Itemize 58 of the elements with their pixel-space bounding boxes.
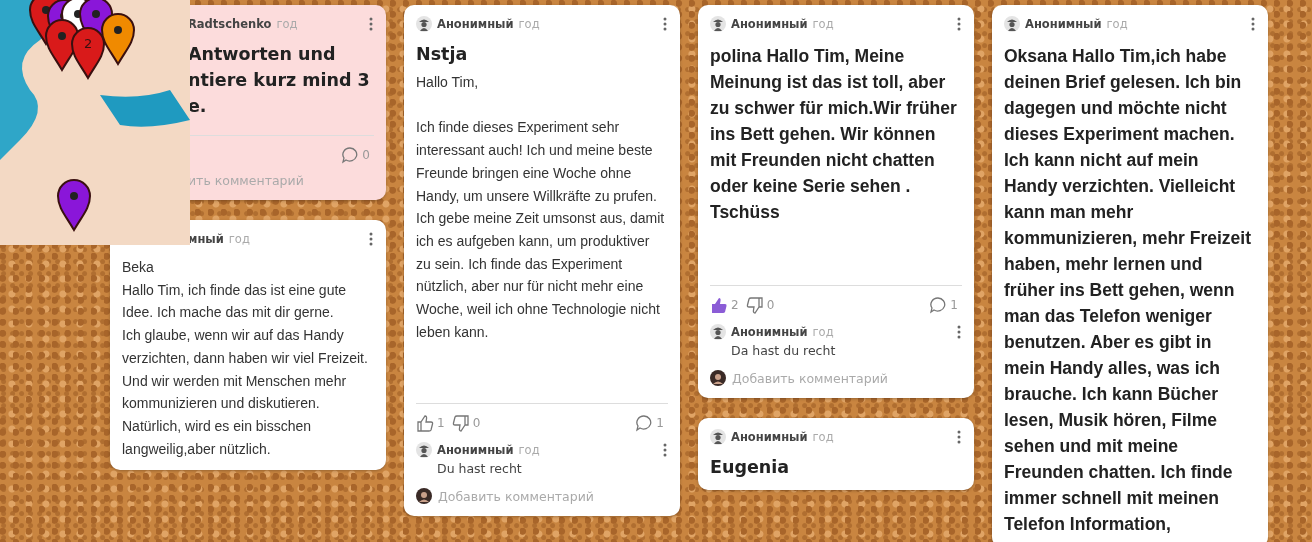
more-options-icon[interactable] (368, 17, 374, 31)
pin-count: 2 (84, 36, 93, 51)
more-options-icon[interactable] (662, 443, 668, 458)
add-comment-field[interactable]: Добавить комментарий (732, 370, 888, 386)
post-time: год (518, 17, 540, 31)
comment-icon[interactable] (635, 414, 654, 433)
dislike-count: 0 (766, 298, 775, 312)
author-name: Анонимный (731, 17, 808, 31)
post-time: год (812, 325, 834, 339)
more-options-icon[interactable] (956, 17, 962, 31)
avatar-icon (710, 16, 726, 32)
thumbs-up-icon[interactable] (710, 295, 728, 315)
more-options-icon[interactable] (956, 325, 962, 339)
more-options-icon[interactable] (368, 232, 374, 246)
more-options-icon[interactable] (662, 17, 668, 31)
post-time: год (276, 17, 298, 31)
thumbs-down-icon[interactable] (451, 413, 470, 433)
comment-icon[interactable] (929, 296, 948, 314)
author-name: Анонимный (731, 325, 808, 339)
post-text: Beka Hallo Tim, ich finde das ist eine gute Idee. Ich mache das mit dir gerne. Ich glaube, wenn wir auf das Handy verzichten, dann haben wir viel Freizeit. Und wir werden mit Menschen mehr kommunizieren und diskutieren. Natürlich, wird es ein bisschen langweilig,aber nützlich. (122, 258, 369, 459)
post-time: год (1106, 17, 1128, 31)
post-text: Oksana Hallo Tim,ich habe deinen Brief gelesen. Ich bin dagegen und möchte nicht dieses Experiment machen. Ich kann nicht auf mein Handy verzichten. Vielleicht kann man mehr kommunizieren, mehr Freizeit haben, mehr lernen und früher ins Bett gehen, wenn man das Telefon weniger benutzen. Aber es gibt in mein Handy alles, was ich brauche. Ich kann Bücher lesen, Musik hören, Filme sehen und mit meine Freunden chatten. Ich finde immer schnell mit meinen Telefon Information, (1004, 45, 1252, 536)
author-name: Анонимный (1025, 17, 1102, 31)
dislike-count: 0 (472, 416, 481, 431)
post-time: год (812, 17, 834, 31)
like-count: 1 (437, 416, 445, 431)
user-avatar-icon (710, 370, 726, 386)
comment-text: Du hast recht (437, 461, 523, 477)
avatar-icon (416, 16, 432, 32)
avatar-icon (710, 324, 726, 340)
avatar-icon (1004, 16, 1020, 32)
add-comment-field[interactable]: Добавить комментарий (438, 488, 594, 504)
more-options-icon[interactable] (956, 430, 962, 444)
post-title: Eugenia (710, 456, 791, 479)
comment-icon[interactable] (341, 146, 360, 164)
thumbs-down-icon[interactable] (745, 295, 764, 315)
user-avatar-icon (416, 488, 432, 505)
author-name: мный (188, 232, 224, 246)
like-count: 2 (731, 298, 739, 312)
avatar-icon (416, 442, 432, 459)
post-time: год (228, 232, 250, 246)
comment-count: 1 (950, 298, 958, 312)
comment-count: 1 (656, 416, 664, 431)
post-text: polina Hallo Tim, Meine Meinung ist das ist toll, aber zu schwer für mich.Wir früher ins Bett gehen. Wir können mit Freunden nicht chatten oder keine Serie sehen . Tschüss (710, 45, 958, 224)
thumbs-up-icon[interactable] (416, 413, 434, 433)
more-options-icon[interactable] (1250, 17, 1256, 31)
author-name: Анонимный (437, 17, 514, 31)
author-name: Анонимный (731, 430, 808, 444)
map-thumbnail[interactable]: 2 (0, 0, 190, 245)
author-name: Radtschenko (188, 17, 272, 31)
post-time: год (812, 430, 834, 444)
comment-text: Da hast du recht (731, 343, 837, 358)
comment-count: 0 (362, 148, 370, 162)
post-title: Nstja (416, 43, 469, 66)
avatar-icon (710, 429, 726, 445)
post-time: год (518, 443, 540, 458)
post-text: Hallo Tim, Ich finde dieses Experiment sehr interessant auch! Ich und meine beste Freunde bringen eine Woche ohne Handy, um unsere Willkräfte zu prufen. Ich gebe meine Zeit umsonst aus, damit ich es aufgeben kann, um produktiver zu sein. Ich finde das Experiment nützlich, aber nur für nicht mehr eine Woche, weil ich ohne Technologie nicht leben kann. (416, 73, 666, 342)
author-name: Анонимный (437, 443, 514, 458)
